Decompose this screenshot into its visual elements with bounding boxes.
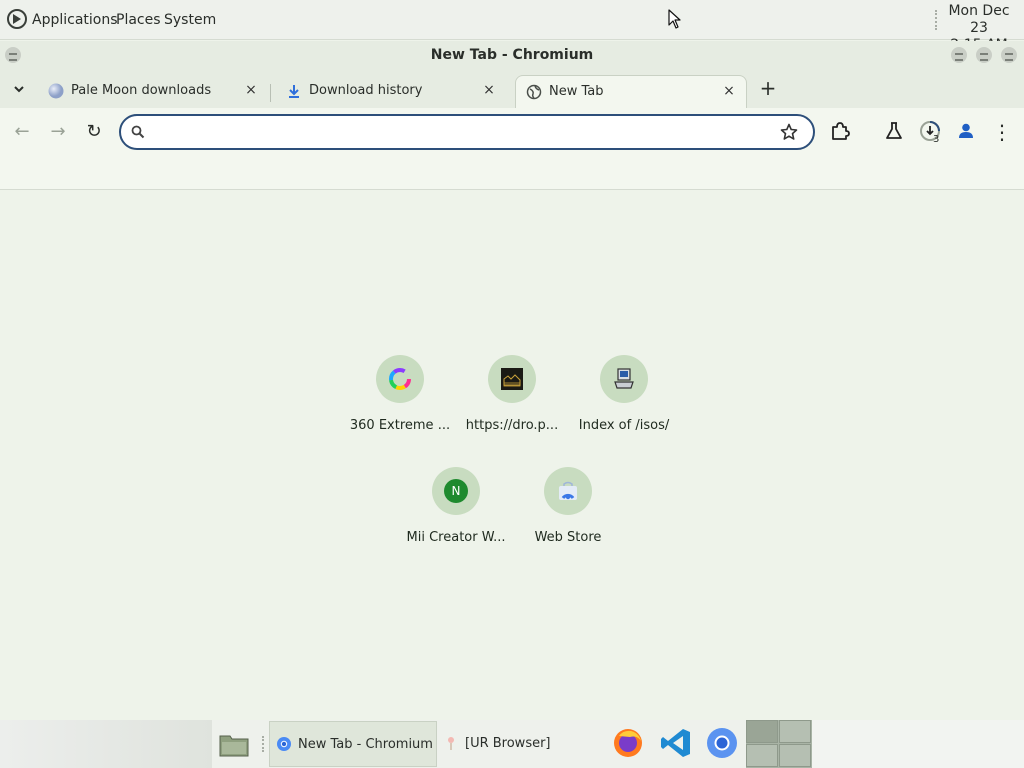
shortcut-tile	[376, 355, 424, 403]
tab-separator	[270, 84, 271, 102]
shortcut-index-isos[interactable]: Index of /isos/	[568, 355, 680, 467]
tab-download-history[interactable]: Download history ×	[276, 75, 506, 108]
minimize-button[interactable]	[951, 47, 967, 63]
360-browser-icon	[389, 368, 411, 390]
tab-strip: Pale Moon downloads × Download history ×…	[0, 70, 1024, 108]
clock-date: Mon Dec 23	[948, 3, 1010, 36]
places-menu[interactable]: Places	[116, 0, 161, 40]
taskbar-item-chromium[interactable]: New Tab - Chromium	[269, 721, 437, 767]
web-store-icon	[559, 481, 577, 500]
download-icon	[289, 85, 299, 98]
workspace-switcher[interactable]	[746, 720, 812, 768]
bottom-panel: New Tab - Chromium [UR Browser]	[0, 720, 1024, 768]
system-menu[interactable]: System	[164, 0, 216, 40]
panel-drag-handle[interactable]	[262, 736, 266, 752]
tab-label: New Tab	[549, 84, 604, 99]
mouse-cursor-icon	[668, 9, 681, 29]
taskbar-item-ur-browser[interactable]: [UR Browser]	[437, 721, 605, 767]
globe-moon-icon	[48, 83, 64, 99]
workspace-2[interactable]	[779, 720, 811, 743]
extensions-puzzle-icon[interactable]	[829, 120, 851, 142]
downloads-count: 3	[933, 134, 940, 145]
new-tab-button[interactable]: +	[758, 78, 778, 98]
maximize-button[interactable]	[976, 47, 992, 63]
shortcut-name: Mii Creator W...	[406, 530, 506, 545]
globe-icon	[526, 84, 542, 100]
shortcut-tile	[600, 355, 648, 403]
site-thumbnail-icon	[501, 368, 523, 390]
tab-label: Download history	[309, 83, 423, 98]
taskbar-item-label: New Tab - Chromium	[298, 737, 433, 752]
firefox-icon[interactable]	[611, 726, 645, 760]
search-icon	[131, 125, 145, 139]
forward-button[interactable]: →	[46, 120, 70, 144]
window-titlebar[interactable]: New Tab - Chromium	[0, 41, 1024, 70]
close-tab-icon[interactable]: ×	[242, 81, 260, 99]
shortcut-tile	[544, 467, 592, 515]
bookmark-star-icon[interactable]	[779, 122, 799, 142]
chromium-icon	[277, 737, 291, 751]
chevron-down-icon[interactable]	[10, 80, 28, 98]
shortcut-dro[interactable]: https://dro.p...	[456, 355, 568, 467]
applications-menu[interactable]: Applications	[32, 0, 118, 40]
workspace-1[interactable]	[746, 720, 778, 743]
close-tab-icon[interactable]: ×	[720, 82, 738, 100]
letter-n-icon: N	[444, 479, 468, 503]
shortcut-name: Index of /isos/	[578, 418, 670, 433]
top-panel: Applications Places System Mon Dec 23 2:…	[0, 0, 1024, 53]
reload-button[interactable]: ↻	[82, 120, 106, 144]
browser-menu-button[interactable]: ⋮	[990, 120, 1014, 144]
back-button[interactable]: ←	[10, 120, 34, 144]
shortcut-tile	[488, 355, 536, 403]
chromium-icon[interactable]	[705, 726, 739, 760]
shortcut-web-store[interactable]: Web Store	[512, 467, 624, 579]
workspace-4[interactable]	[779, 744, 811, 767]
shortcut-mii-creator[interactable]: N Mii Creator W...	[400, 467, 512, 579]
shortcut-360-extreme[interactable]: 360 Extreme ...	[344, 355, 456, 467]
distro-logo-icon[interactable]	[7, 9, 27, 29]
panel-drag-handle[interactable]	[935, 10, 939, 30]
shortcut-name: https://dro.p...	[465, 418, 559, 433]
window-title: New Tab - Chromium	[430, 47, 594, 63]
computer-icon	[614, 368, 634, 389]
labs-flask-icon[interactable]	[883, 120, 905, 142]
workspace-3[interactable]	[746, 744, 778, 767]
omnibox-input[interactable]	[155, 122, 775, 142]
panel-background	[812, 720, 1024, 768]
show-desktop-icon[interactable]	[218, 730, 250, 758]
profile-avatar-icon[interactable]	[955, 120, 977, 142]
close-tab-icon[interactable]: ×	[480, 81, 498, 99]
vscode-icon[interactable]	[659, 726, 693, 760]
taskbar-item-label: [UR Browser]	[465, 736, 551, 751]
tab-label: Pale Moon downloads	[71, 83, 212, 98]
tab-pale-moon-downloads[interactable]: Pale Moon downloads ×	[38, 75, 268, 108]
shortcut-name: Web Store	[534, 530, 602, 545]
shortcut-tile: N	[432, 467, 480, 515]
ur-browser-icon	[448, 737, 454, 750]
omnibox[interactable]	[119, 114, 815, 150]
shortcut-name: 360 Extreme ...	[349, 418, 451, 433]
tab-new-tab[interactable]: New Tab ×	[515, 75, 747, 108]
panel-background	[0, 720, 212, 768]
browser-toolbar: ← → ↻ 3 ⋮	[0, 108, 1024, 190]
close-window-button[interactable]	[1001, 47, 1017, 63]
